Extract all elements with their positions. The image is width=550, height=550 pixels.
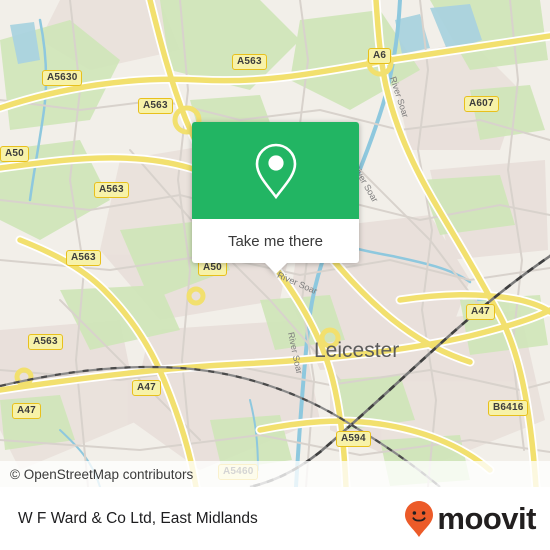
popup-action[interactable]: Take me there xyxy=(192,219,359,274)
road-shield: B6416 xyxy=(488,400,529,416)
city-label: Leicester xyxy=(314,339,400,362)
attribution-text: © OpenStreetMap contributors xyxy=(10,466,194,482)
road-shield: A563 xyxy=(94,182,129,198)
road-shield: A50 xyxy=(0,146,29,162)
map-canvas[interactable]: Leicester River Soar River Soar River So… xyxy=(0,0,550,487)
map-screenshot: Leicester River Soar River Soar River So… xyxy=(0,0,550,550)
page-title: W F Ward & Co Ltd, East Midlands xyxy=(18,509,258,527)
road-shield: A607 xyxy=(464,96,499,112)
road-shield: A563 xyxy=(232,54,267,70)
road-shield: A594 xyxy=(336,431,371,447)
popup-pointer xyxy=(264,263,287,274)
road-shield: A47 xyxy=(466,304,495,320)
footer-bar: W F Ward & Co Ltd, East Midlands moovit xyxy=(0,487,550,550)
road-shield: A563 xyxy=(28,334,63,350)
moovit-logo[interactable]: moovit xyxy=(404,500,536,538)
road-shield: A5630 xyxy=(42,70,83,86)
location-popup-card[interactable]: Take me there xyxy=(192,122,359,274)
moovit-wordmark: moovit xyxy=(437,501,536,536)
road-shield: A47 xyxy=(12,403,41,419)
take-me-there-label: Take me there xyxy=(227,232,324,250)
location-pin-icon xyxy=(255,143,296,199)
road-shield: A563 xyxy=(138,98,173,114)
moovit-smiley-pin-icon xyxy=(405,500,434,537)
popup-header xyxy=(192,122,359,219)
road-shield: A563 xyxy=(66,250,101,266)
road-shield: A6 xyxy=(368,48,392,64)
map-attribution: © OpenStreetMap contributors xyxy=(0,461,550,487)
road-shield: A47 xyxy=(132,380,161,396)
